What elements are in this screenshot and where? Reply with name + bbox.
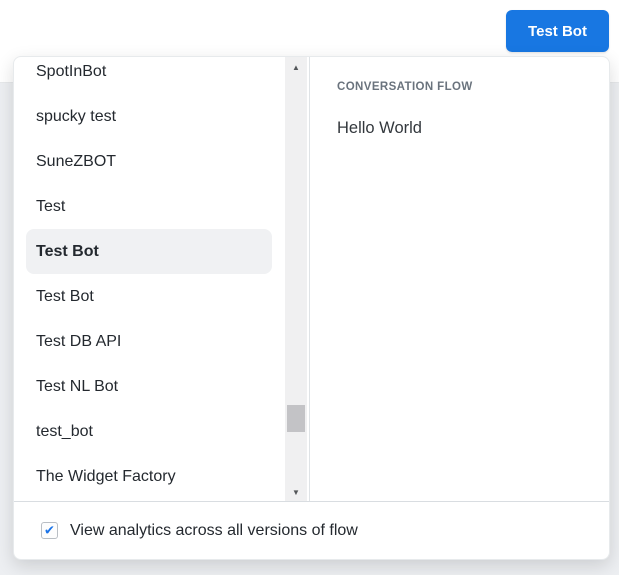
bot-list-item[interactable]: Test NL Bot [14,364,273,409]
bot-list-item[interactable]: SuneZBOT [14,139,273,184]
checkmark-icon: ✔ [44,522,55,538]
bot-list-item[interactable]: Test [14,184,273,229]
bot-dropdown-panel: SpotInBot spucky test SuneZBOT Test Test Bot… [13,56,610,560]
conversation-flow-section: CONVERSATION FLOW Hello World [310,57,609,501]
bot-list-item[interactable]: test_bot [14,409,273,454]
scroll-down-icon[interactable]: ▼ [285,484,307,501]
bot-list-item[interactable]: The Widget Factory [14,454,273,499]
bot-list-section: SpotInBot spucky test SuneZBOT Test Test Bot… [14,57,310,501]
analytics-checkbox-label[interactable]: View analytics across all versions of fl… [70,522,358,540]
bot-list-item[interactable]: Test Bot [14,274,273,319]
bot-list-item[interactable]: Test Bot [26,229,272,274]
test-bot-button[interactable]: Test Bot [506,10,609,52]
analytics-checkbox[interactable]: ✔ [41,522,58,539]
conversation-flow-header: CONVERSATION FLOW [337,81,473,93]
scrollbar-thumb[interactable] [287,405,305,432]
scrollbar[interactable]: ▲ ▼ [285,57,307,501]
panel-footer: ✔ View analytics across all versions of … [14,501,609,559]
dropdown-main: SpotInBot spucky test SuneZBOT Test Test Bot… [14,57,609,501]
bot-list-item[interactable]: SpotInBot [14,57,273,94]
flow-list: Hello World [337,119,585,138]
scroll-up-icon[interactable]: ▲ [285,59,307,76]
flow-item[interactable]: Hello World [337,119,585,138]
bot-list-item[interactable]: Test DB API [14,319,273,364]
bot-list: SpotInBot spucky test SuneZBOT Test Test Bot… [14,57,309,499]
bot-list-item[interactable]: spucky test [14,94,273,139]
